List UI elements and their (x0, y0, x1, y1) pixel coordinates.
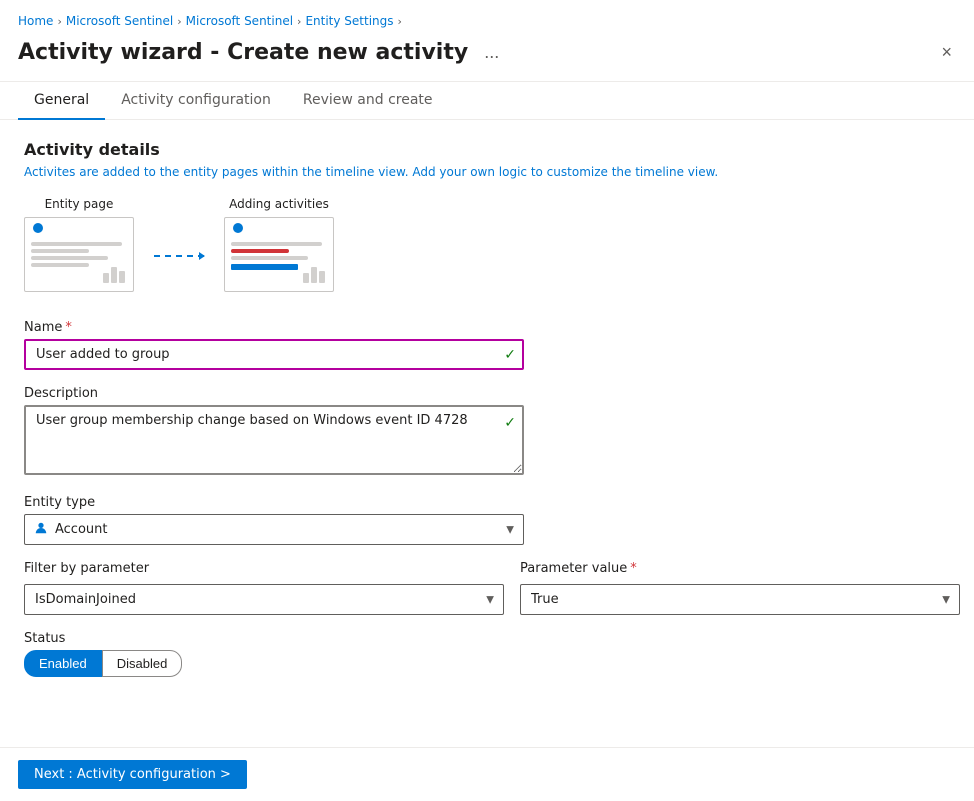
param-select[interactable]: True False (520, 584, 960, 615)
param-required-star: * (630, 561, 637, 576)
diagram-arrow (154, 255, 204, 257)
entity-page-diagram: Entity page (24, 197, 134, 292)
description-textarea-wrapper: User group membership change based on Wi… (24, 405, 524, 479)
main-content: Activity details Activites are added to … (0, 120, 960, 717)
entity-page-label: Entity page (45, 197, 114, 211)
tab-review-create[interactable]: Review and create (287, 82, 449, 120)
description-check-icon: ✓ (504, 415, 516, 431)
status-enabled-button[interactable]: Enabled (24, 650, 102, 677)
tab-general[interactable]: General (18, 82, 105, 120)
status-group: Status Enabled Disabled (24, 631, 936, 677)
name-label: Name * (24, 320, 936, 335)
adding-activities-card (224, 217, 334, 292)
account-icon (34, 521, 48, 539)
diagram-row: Entity page Adding activities (24, 197, 936, 292)
name-input[interactable] (24, 339, 524, 370)
param-value-group: Parameter value * True False ▼ (520, 561, 960, 615)
filter-label: Filter by parameter (24, 561, 504, 576)
adding-activities-label: Adding activities (229, 197, 329, 211)
wizard-header: Activity wizard - Create new activity ..… (0, 34, 974, 82)
footer: Next : Activity configuration > (0, 747, 974, 801)
filter-select-wrapper: IsDomainJoined IsAdmin ▼ (24, 584, 504, 615)
name-field-group: Name * ✓ (24, 320, 936, 370)
close-button[interactable]: × (937, 38, 956, 67)
tab-activity-config[interactable]: Activity configuration (105, 82, 287, 120)
name-check-icon: ✓ (504, 347, 516, 363)
ellipsis-button[interactable]: ... (478, 40, 505, 65)
breadcrumb-entity-settings[interactable]: Entity Settings (305, 14, 393, 28)
tabs-container: General Activity configuration Review an… (0, 82, 974, 120)
description-label: Description (24, 386, 936, 401)
section-title: Activity details (24, 140, 936, 159)
description-textarea[interactable]: User group membership change based on Wi… (24, 405, 524, 475)
entity-type-label: Entity type (24, 495, 936, 510)
breadcrumb: Home › Microsoft Sentinel › Microsoft Se… (0, 0, 974, 34)
entity-page-card (24, 217, 134, 292)
wizard-title: Activity wizard - Create new activity (18, 40, 468, 65)
breadcrumb-sentinel2[interactable]: Microsoft Sentinel (186, 14, 293, 28)
breadcrumb-sentinel1[interactable]: Microsoft Sentinel (66, 14, 173, 28)
filter-select[interactable]: IsDomainJoined IsAdmin (24, 584, 504, 615)
param-select-wrapper: True False ▼ (520, 584, 960, 615)
description-field-group: Description User group membership change… (24, 386, 936, 479)
next-button[interactable]: Next : Activity configuration > (18, 760, 247, 789)
status-toggle: Enabled Disabled (24, 650, 936, 677)
entity-type-field-group: Entity type Account Host IP ▼ (24, 495, 936, 545)
status-label: Status (24, 631, 936, 646)
entity-type-select-wrapper: Account Host IP ▼ (24, 514, 524, 545)
filter-row: Filter by parameter IsDomainJoined IsAdm… (24, 561, 936, 615)
section-desc: Activites are added to the entity pages … (24, 165, 936, 179)
breadcrumb-home[interactable]: Home (18, 14, 53, 28)
status-disabled-button[interactable]: Disabled (102, 650, 183, 677)
adding-activities-diagram: Adding activities (224, 197, 334, 292)
filter-param-group: Filter by parameter IsDomainJoined IsAdm… (24, 561, 504, 615)
param-label: Parameter value * (520, 561, 960, 576)
name-required: * (65, 320, 72, 335)
name-input-wrapper: ✓ (24, 339, 524, 370)
entity-type-select[interactable]: Account Host IP (24, 514, 524, 545)
